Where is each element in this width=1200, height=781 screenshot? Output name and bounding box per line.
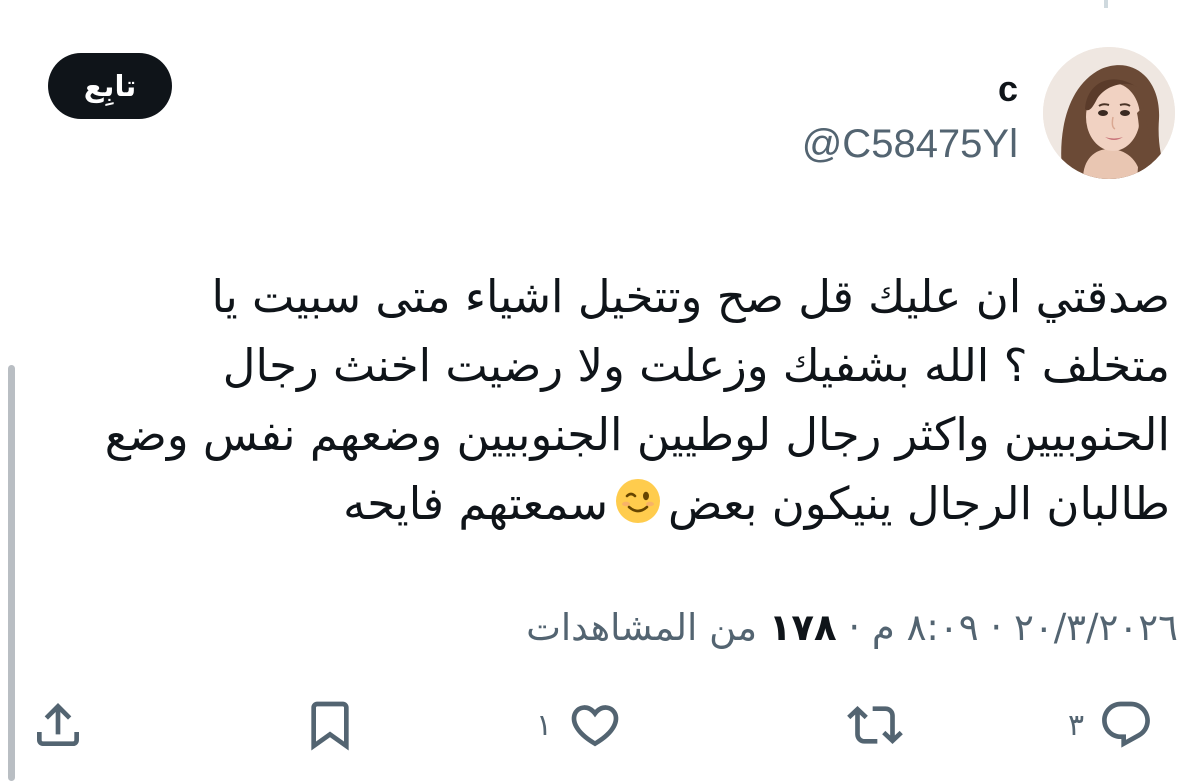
views-count[interactable]: ١٧٨	[769, 606, 837, 649]
tweet-time[interactable]: ٨:٠٩ م	[872, 606, 979, 649]
tweet-meta: ٢٠/٣/٢٠٢٦ · ٨:٠٩ م · ١٧٨ من المشاهدات	[526, 604, 1178, 652]
repost-button[interactable]	[844, 690, 906, 760]
winking-face-emoji-icon	[614, 477, 662, 525]
share-icon	[37, 703, 79, 746]
reply-button[interactable]: ٣	[1068, 690, 1154, 760]
user-handle[interactable]: @C58475Yl	[802, 120, 1018, 168]
tweet-line-2: متخلف ؟ الله بشفيك وزعلت ولا رضيت اخنث ر…	[222, 339, 1170, 392]
tweet-line-4-end: سمعتهم فايحه	[343, 477, 609, 530]
heart-icon	[571, 705, 619, 747]
action-bar: ٣ ١	[0, 690, 1200, 760]
bookmark-button[interactable]	[302, 690, 358, 760]
follow-button[interactable]: تابِع	[48, 53, 172, 119]
avatar[interactable]	[1043, 47, 1175, 179]
tweet-line-1: صدقتي ان عليك قل صح وتتخيل اشياء متى سبي…	[211, 270, 1171, 323]
display-name[interactable]: c	[998, 67, 1018, 111]
views-label: من المشاهدات	[526, 606, 758, 649]
thread-connector-line	[1104, 0, 1108, 8]
avatar-image	[1043, 47, 1175, 179]
share-button[interactable]	[30, 690, 86, 760]
meta-separator: ·	[990, 606, 1003, 649]
reply-count: ٣	[1068, 707, 1085, 743]
meta-separator: ·	[848, 606, 861, 649]
tweet-line-3: الحنوبيين واكثر رجال لوطيين الجنوبيين وض…	[104, 408, 1170, 461]
tweet-date[interactable]: ٢٠/٣/٢٠٢٦	[1014, 606, 1178, 649]
repost-icon	[847, 706, 903, 744]
tweet-text: صدقتي ان عليك قل صح وتتخيل اشياء متى سبي…	[30, 262, 1170, 538]
tweet-line-4-start: طالبان الرجال ينيكون بعض	[668, 477, 1170, 530]
like-count: ١	[536, 707, 553, 743]
reply-icon	[1102, 701, 1151, 748]
bookmark-icon	[311, 701, 349, 751]
like-button[interactable]: ١	[536, 690, 624, 760]
tweet-line-4: طالبان الرجال ينيكون بعض سمعتهم فايحه	[30, 469, 1170, 538]
